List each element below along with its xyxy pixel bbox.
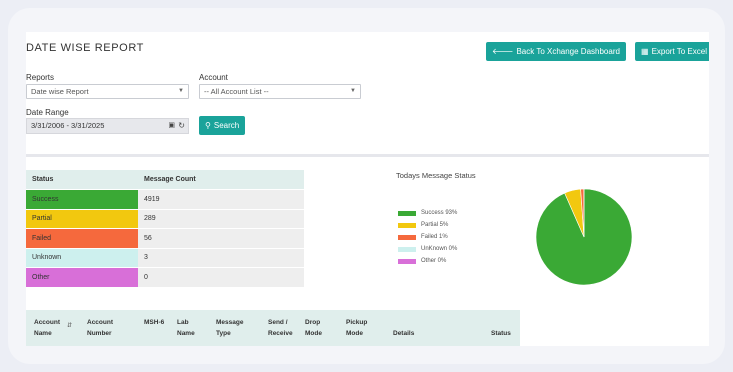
column-account-number[interactable]: Account Number	[87, 317, 127, 339]
count-cell: 289	[138, 209, 304, 229]
status-cell-partial: Partial	[26, 209, 138, 229]
page-title: DATE WISE REPORT	[26, 42, 144, 54]
count-cell: 3	[138, 248, 304, 268]
export-button-label: Export To Excel	[651, 47, 707, 56]
status-column-header: Status	[26, 170, 138, 190]
legend-label: UnKnown 0%	[421, 246, 458, 252]
status-cell-unknown: Unknown	[26, 248, 138, 268]
search-icon: ⚲	[205, 121, 211, 130]
chart-title: Todays Message Status	[396, 171, 476, 180]
table-row: Other 0	[26, 267, 304, 288]
status-cell-failed: Failed	[26, 228, 138, 249]
file-excel-icon: ▦	[641, 47, 649, 56]
count-cell: 56	[138, 228, 304, 249]
export-excel-button[interactable]: ▦ Export To Excel	[635, 42, 709, 61]
column-msh6[interactable]: MSH-6	[144, 317, 166, 328]
message-count-column-header: Message Count	[138, 170, 304, 190]
column-pickup-mode[interactable]: Pickup Mode	[346, 317, 372, 339]
account-label: Account	[199, 73, 228, 82]
date-range-value: 3/31/2006 - 3/31/2025	[31, 121, 105, 130]
legend-swatch	[398, 258, 416, 264]
legend-item: Partial 5%	[398, 219, 457, 231]
chart-legend: Success 93% Partial 5% Failed 1% UnKnown…	[398, 207, 457, 267]
column-status[interactable]: Status	[491, 328, 511, 339]
table-row: Success 4919	[26, 189, 304, 210]
reports-select[interactable]: Date wise Report ▼	[26, 84, 189, 99]
chevron-down-icon: ▼	[350, 88, 356, 94]
search-button-label: Search	[213, 121, 240, 130]
reports-select-value: Date wise Report	[31, 87, 89, 96]
column-account-name[interactable]: Account Name	[34, 317, 64, 339]
arrow-left-icon: 🡐	[492, 47, 514, 56]
refresh-icon[interactable]: ↻	[178, 119, 185, 133]
table-row: Failed 56	[26, 228, 304, 249]
account-select-value: -- All Account List --	[204, 87, 269, 96]
back-to-dashboard-button[interactable]: 🡐 Back To Xchange Dashboard	[486, 42, 626, 61]
back-button-label: Back To Xchange Dashboard	[516, 47, 620, 56]
legend-swatch	[398, 234, 416, 240]
legend-label: Success 93%	[421, 210, 458, 216]
legend-item: Success 93%	[398, 207, 457, 219]
legend-item: Other 0%	[398, 255, 457, 267]
legend-item: Failed 1%	[398, 231, 457, 243]
column-details[interactable]: Details	[393, 328, 414, 339]
search-button[interactable]: ⚲ Search	[199, 116, 246, 135]
chevron-down-icon: ▼	[178, 88, 184, 94]
status-cell-success: Success	[26, 189, 138, 210]
legend-label: Partial 5%	[421, 222, 449, 228]
legend-swatch	[398, 210, 416, 216]
count-cell: 0	[138, 267, 304, 288]
table-row: Unknown 3	[26, 248, 304, 268]
column-send-receive[interactable]: Send / Receive	[268, 317, 300, 339]
legend-swatch	[398, 222, 416, 228]
date-range-label: Date Range	[26, 108, 69, 117]
status-table: Status Message Count Success 4919 Partia…	[26, 170, 304, 288]
column-message-type[interactable]: Message Type	[216, 317, 250, 339]
count-cell: 4919	[138, 189, 304, 210]
pie-chart	[535, 188, 633, 286]
status-cell-other: Other	[26, 267, 138, 288]
column-lab-name[interactable]: Lab Name	[177, 317, 199, 339]
legend-label: Failed 1%	[421, 234, 448, 240]
calendar-icon[interactable]: ▣	[168, 119, 175, 133]
column-drop-mode[interactable]: Drop Mode	[305, 317, 327, 339]
legend-swatch	[398, 246, 416, 252]
legend-label: Other 0%	[421, 258, 447, 264]
report-panel: DATE WISE REPORT 🡐 Back To Xchange Dashbo…	[26, 32, 709, 346]
section-divider	[26, 154, 709, 157]
messages-grid-header: Account Name ⇵ Account Number MSH-6 Lab …	[26, 310, 520, 346]
reports-label: Reports	[26, 73, 55, 82]
status-table-header: Status Message Count	[26, 170, 304, 190]
sort-icon[interactable]: ⇵	[67, 322, 72, 329]
legend-item: UnKnown 0%	[398, 243, 457, 255]
date-range-input[interactable]: 3/31/2006 - 3/31/2025 ▣ ↻	[26, 118, 189, 134]
table-row: Partial 289	[26, 209, 304, 229]
account-select[interactable]: -- All Account List -- ▼	[199, 84, 361, 99]
